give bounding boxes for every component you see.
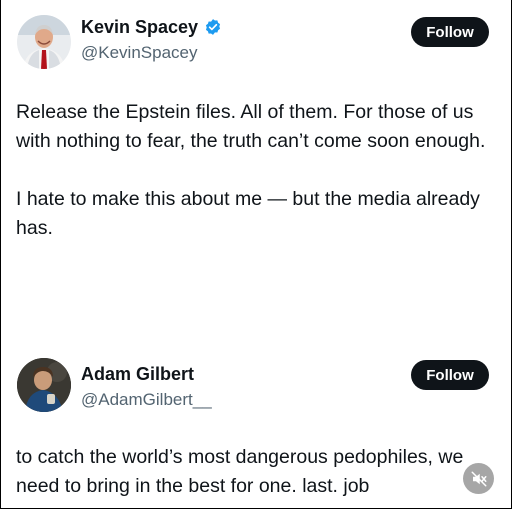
avatar-adam-gilbert[interactable]: [17, 358, 71, 412]
tweet-kevin-spacey: Kevin Spacey @KevinSpacey Follow Release…: [1, 0, 511, 340]
tweet-adam-gilbert: Adam Gilbert @AdamGilbert__ Follow to ca…: [1, 340, 511, 508]
tweet-paragraph: I hate to make this about me — but the m…: [16, 188, 480, 239]
display-name[interactable]: Adam Gilbert: [81, 363, 212, 385]
speaker-muted-icon: [471, 471, 486, 486]
display-name[interactable]: Kevin Spacey: [81, 16, 222, 38]
avatar-kevin-spacey[interactable]: [17, 15, 71, 69]
author-info: Kevin Spacey @KevinSpacey: [81, 16, 222, 64]
follow-button[interactable]: Follow: [411, 360, 489, 390]
screenshot-frame: Kevin Spacey @KevinSpacey Follow Release…: [0, 0, 512, 509]
tweet-paragraph: to catch the world’s most dangerous pedo…: [16, 446, 464, 497]
display-name-text[interactable]: Adam Gilbert: [81, 363, 194, 385]
display-name-text[interactable]: Kevin Spacey: [81, 16, 198, 38]
mute-toggle-button[interactable]: [463, 463, 494, 494]
handle[interactable]: @AdamGilbert__: [81, 389, 212, 411]
handle[interactable]: @KevinSpacey: [81, 42, 222, 64]
tweet-text: Release the Epstein files. All of them. …: [16, 98, 491, 243]
author-info: Adam Gilbert @AdamGilbert__: [81, 363, 212, 411]
tweet-text: to catch the world’s most dangerous pedo…: [16, 443, 491, 501]
follow-button[interactable]: Follow: [411, 17, 489, 47]
tweet-paragraph: Release the Epstein files. All of them. …: [16, 101, 486, 152]
verified-badge-icon: [204, 18, 222, 36]
